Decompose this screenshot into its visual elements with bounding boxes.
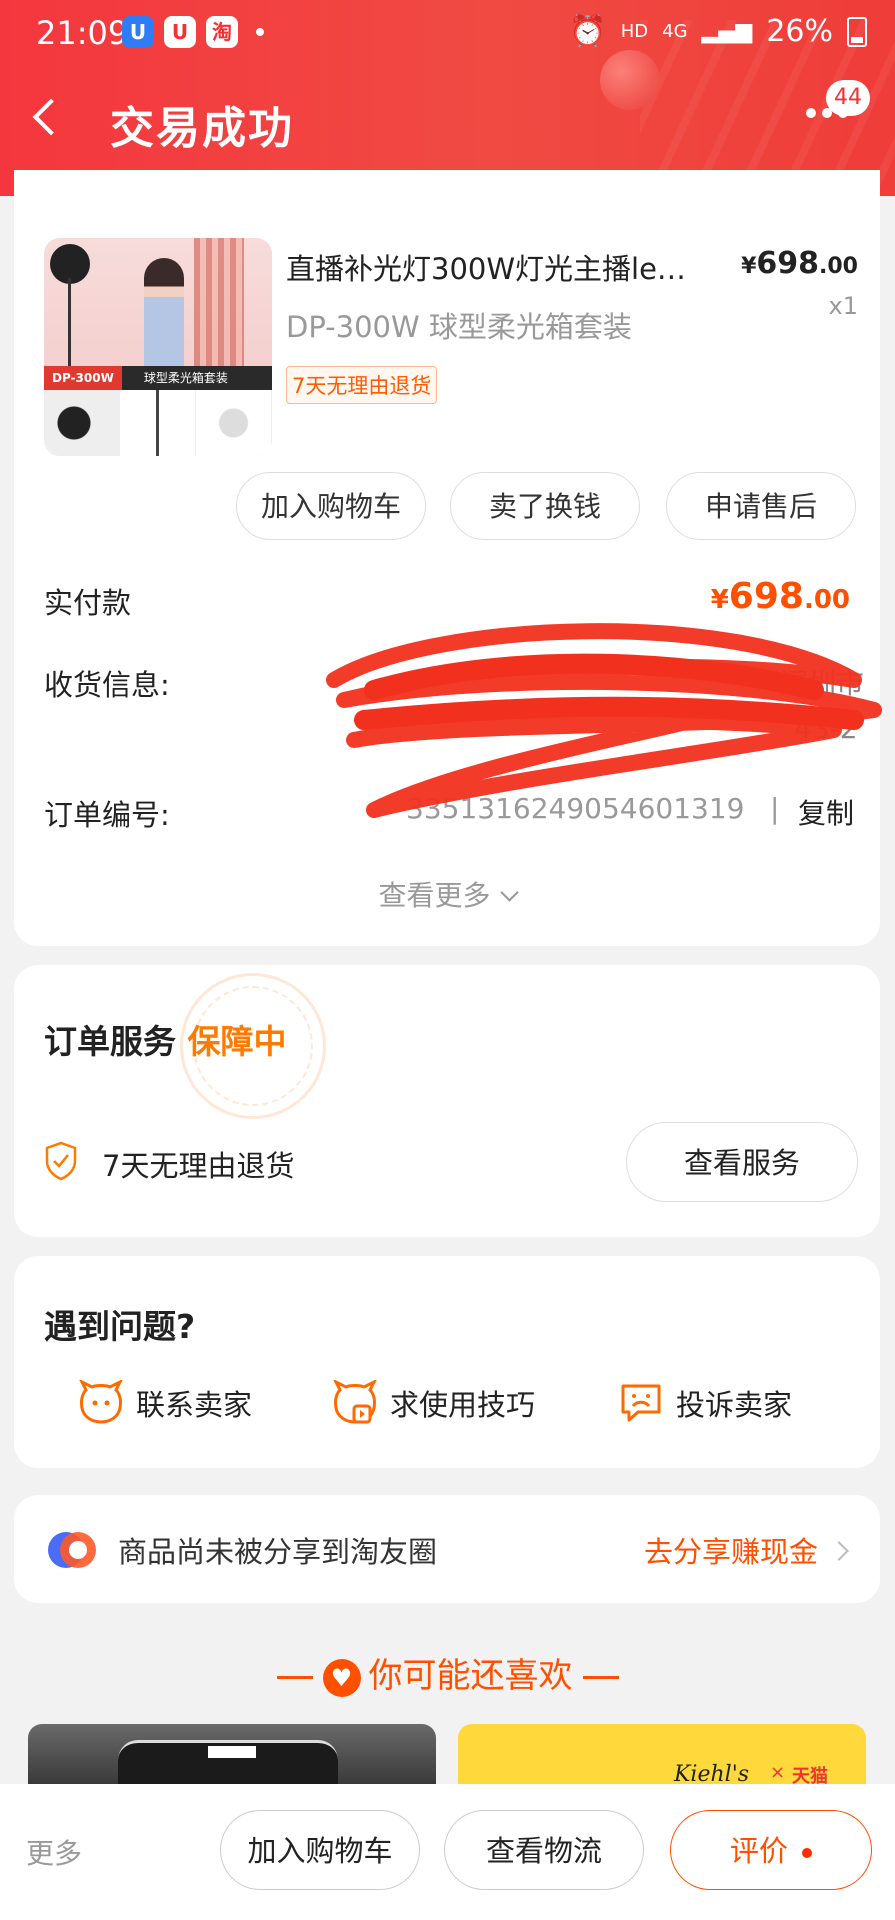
back-chevron-icon[interactable]: [32, 98, 70, 136]
chat-face-icon: [79, 1380, 123, 1424]
view-logistics-button[interactable]: 查看物流: [444, 1810, 644, 1890]
product-title[interactable]: 直播补光灯300W灯光主播le…: [286, 246, 726, 288]
hd-indicator: HD: [620, 21, 649, 42]
more-notifications-dot: [256, 28, 264, 36]
recommend-item-shirt[interactable]: [28, 1724, 436, 1784]
address-label: 收货信息:: [44, 668, 170, 702]
paid-symbol: ¥: [710, 585, 729, 615]
battery-percent: 26%: [766, 14, 833, 49]
product-image[interactable]: DP-300W 球型柔光箱套装: [44, 238, 272, 456]
header: 21:09 U U 淘 ⏰ HD 4G ▂▄▆ 26% 交易成功 44: [0, 0, 895, 196]
copy-order-number-button[interactable]: 复制: [798, 792, 854, 832]
app-notification-icon: U: [122, 16, 154, 48]
paid-integer: 698: [728, 576, 804, 617]
chevron-down-icon: [499, 883, 519, 902]
collab-x-icon: ×: [770, 1762, 786, 1783]
heart-icon: ♥: [322, 1658, 361, 1697]
chevron-right-icon: [829, 1541, 849, 1561]
return-policy-tag: 7天无理由退货: [286, 366, 438, 404]
tips-icon: [333, 1380, 377, 1424]
remote-graphic: [196, 390, 272, 456]
view-service-button[interactable]: 查看服务: [626, 1122, 858, 1202]
message-count-badge: 44: [826, 80, 870, 116]
share-earn-label: 去分享赚现金: [643, 1535, 818, 1569]
service-status: 保障中: [187, 1022, 287, 1061]
status-bar: 21:09 U U 淘 ⏰ HD 4G ▂▄▆ 26%: [0, 0, 895, 66]
page-title: 交易成功: [110, 103, 294, 154]
paid-label: 实付款: [44, 586, 132, 620]
recommend-title: 你可能还喜欢: [368, 1656, 573, 1696]
product-spec: DP-300W 球型柔光箱套装: [286, 310, 632, 344]
bottom-action-bar: 更多 加入购物车 查看物流 评价: [0, 1784, 895, 1920]
price-symbol: ¥: [741, 254, 757, 279]
contact-seller-label: 联系卖家: [136, 1388, 253, 1422]
product-quantity: x1: [828, 292, 858, 320]
usage-tips-button[interactable]: 求使用技巧: [332, 1380, 535, 1426]
share-card[interactable]: 商品尚未被分享到淘友圈 去分享赚现金: [14, 1495, 880, 1603]
usage-tips-label: 求使用技巧: [390, 1388, 536, 1422]
image-band-right: 球型柔光箱套装: [143, 371, 228, 385]
shield-check-icon: [45, 1141, 77, 1181]
review-label: 评价: [729, 1834, 788, 1868]
alarm-icon: ⏰: [569, 14, 607, 49]
heading-divider-right: [582, 1676, 619, 1679]
image-accessory-strip: [44, 390, 272, 456]
complaint-icon: [621, 1384, 661, 1422]
review-button[interactable]: 评价: [670, 1810, 872, 1890]
shirt-label-graphic: [208, 1746, 256, 1758]
paid-decimal: .00: [803, 585, 850, 615]
bottom-add-to-cart-button[interactable]: 加入购物车: [220, 1810, 420, 1890]
network-indicator: 4G: [662, 21, 688, 42]
complain-seller-button[interactable]: 投诉卖家: [618, 1380, 792, 1426]
price-integer: 698: [756, 246, 820, 281]
status-time: 21:09: [36, 14, 129, 52]
add-to-cart-button[interactable]: 加入购物车: [236, 472, 426, 540]
see-more-link[interactable]: 查看更多: [14, 874, 880, 914]
tripod-graphic: [120, 390, 196, 456]
image-band-left: DP-300W: [44, 366, 122, 390]
recommend-item-kiehls[interactable]: Kiehl's × 天猫: [458, 1724, 866, 1787]
signal-icon: ▂▄▆: [701, 19, 753, 44]
separator: |: [770, 792, 780, 825]
more-actions-button[interactable]: 更多: [26, 1832, 82, 1872]
share-status-text: 商品尚未被分享到淘友圈: [118, 1535, 438, 1569]
service-item-return: 7天无理由退货: [102, 1149, 295, 1183]
see-more-label: 查看更多: [378, 879, 491, 912]
status-app-icons: U U 淘: [122, 16, 264, 48]
order-number-label: 订单编号:: [44, 798, 170, 832]
address-line-2: 43-2: [794, 712, 858, 745]
contact-seller-button[interactable]: 联系卖家: [78, 1380, 252, 1426]
price-decimal: .00: [819, 254, 858, 279]
sell-button[interactable]: 卖了换钱: [450, 472, 640, 540]
address-line-1: 深圳市: [780, 667, 865, 700]
app-notification-icon: U: [164, 16, 196, 48]
heading-divider-left: [276, 1676, 313, 1679]
order-card: DP-300W 球型柔光箱套装 直播补光灯300W灯光主播le… DP-300W …: [14, 170, 882, 946]
dot-icon: [806, 108, 816, 118]
taobao-notification-icon: 淘: [206, 16, 238, 48]
battery-icon: [847, 16, 867, 47]
softbox-graphic: [44, 390, 120, 456]
taoyouquan-icon: [48, 1532, 96, 1568]
order-service-card: 订单服务 保障中 7天无理由退货 查看服务: [14, 965, 880, 1237]
status-right: ⏰ HD 4G ▂▄▆ 26%: [569, 14, 867, 49]
new-indicator-dot: [802, 1848, 812, 1858]
complain-seller-label: 投诉卖家: [676, 1388, 793, 1422]
after-sale-button[interactable]: 申请售后: [666, 472, 856, 540]
service-title: 订单服务 保障中: [44, 1015, 287, 1063]
product-price: ¥698.00: [741, 246, 858, 281]
problems-card: 遇到问题? 联系卖家 求使用技巧 投诉卖家: [14, 1256, 880, 1468]
problems-title: 遇到问题?: [44, 1307, 196, 1346]
paid-amount: ¥698.00: [711, 576, 850, 617]
recommend-heading: ♥ 你可能还喜欢: [0, 1648, 895, 1697]
image-band: DP-300W 球型柔光箱套装: [44, 366, 272, 390]
share-earn-link[interactable]: 去分享赚现金: [643, 1529, 849, 1571]
order-number: 3351316249054601319: [406, 792, 745, 825]
service-title-label: 订单服务: [44, 1022, 176, 1061]
